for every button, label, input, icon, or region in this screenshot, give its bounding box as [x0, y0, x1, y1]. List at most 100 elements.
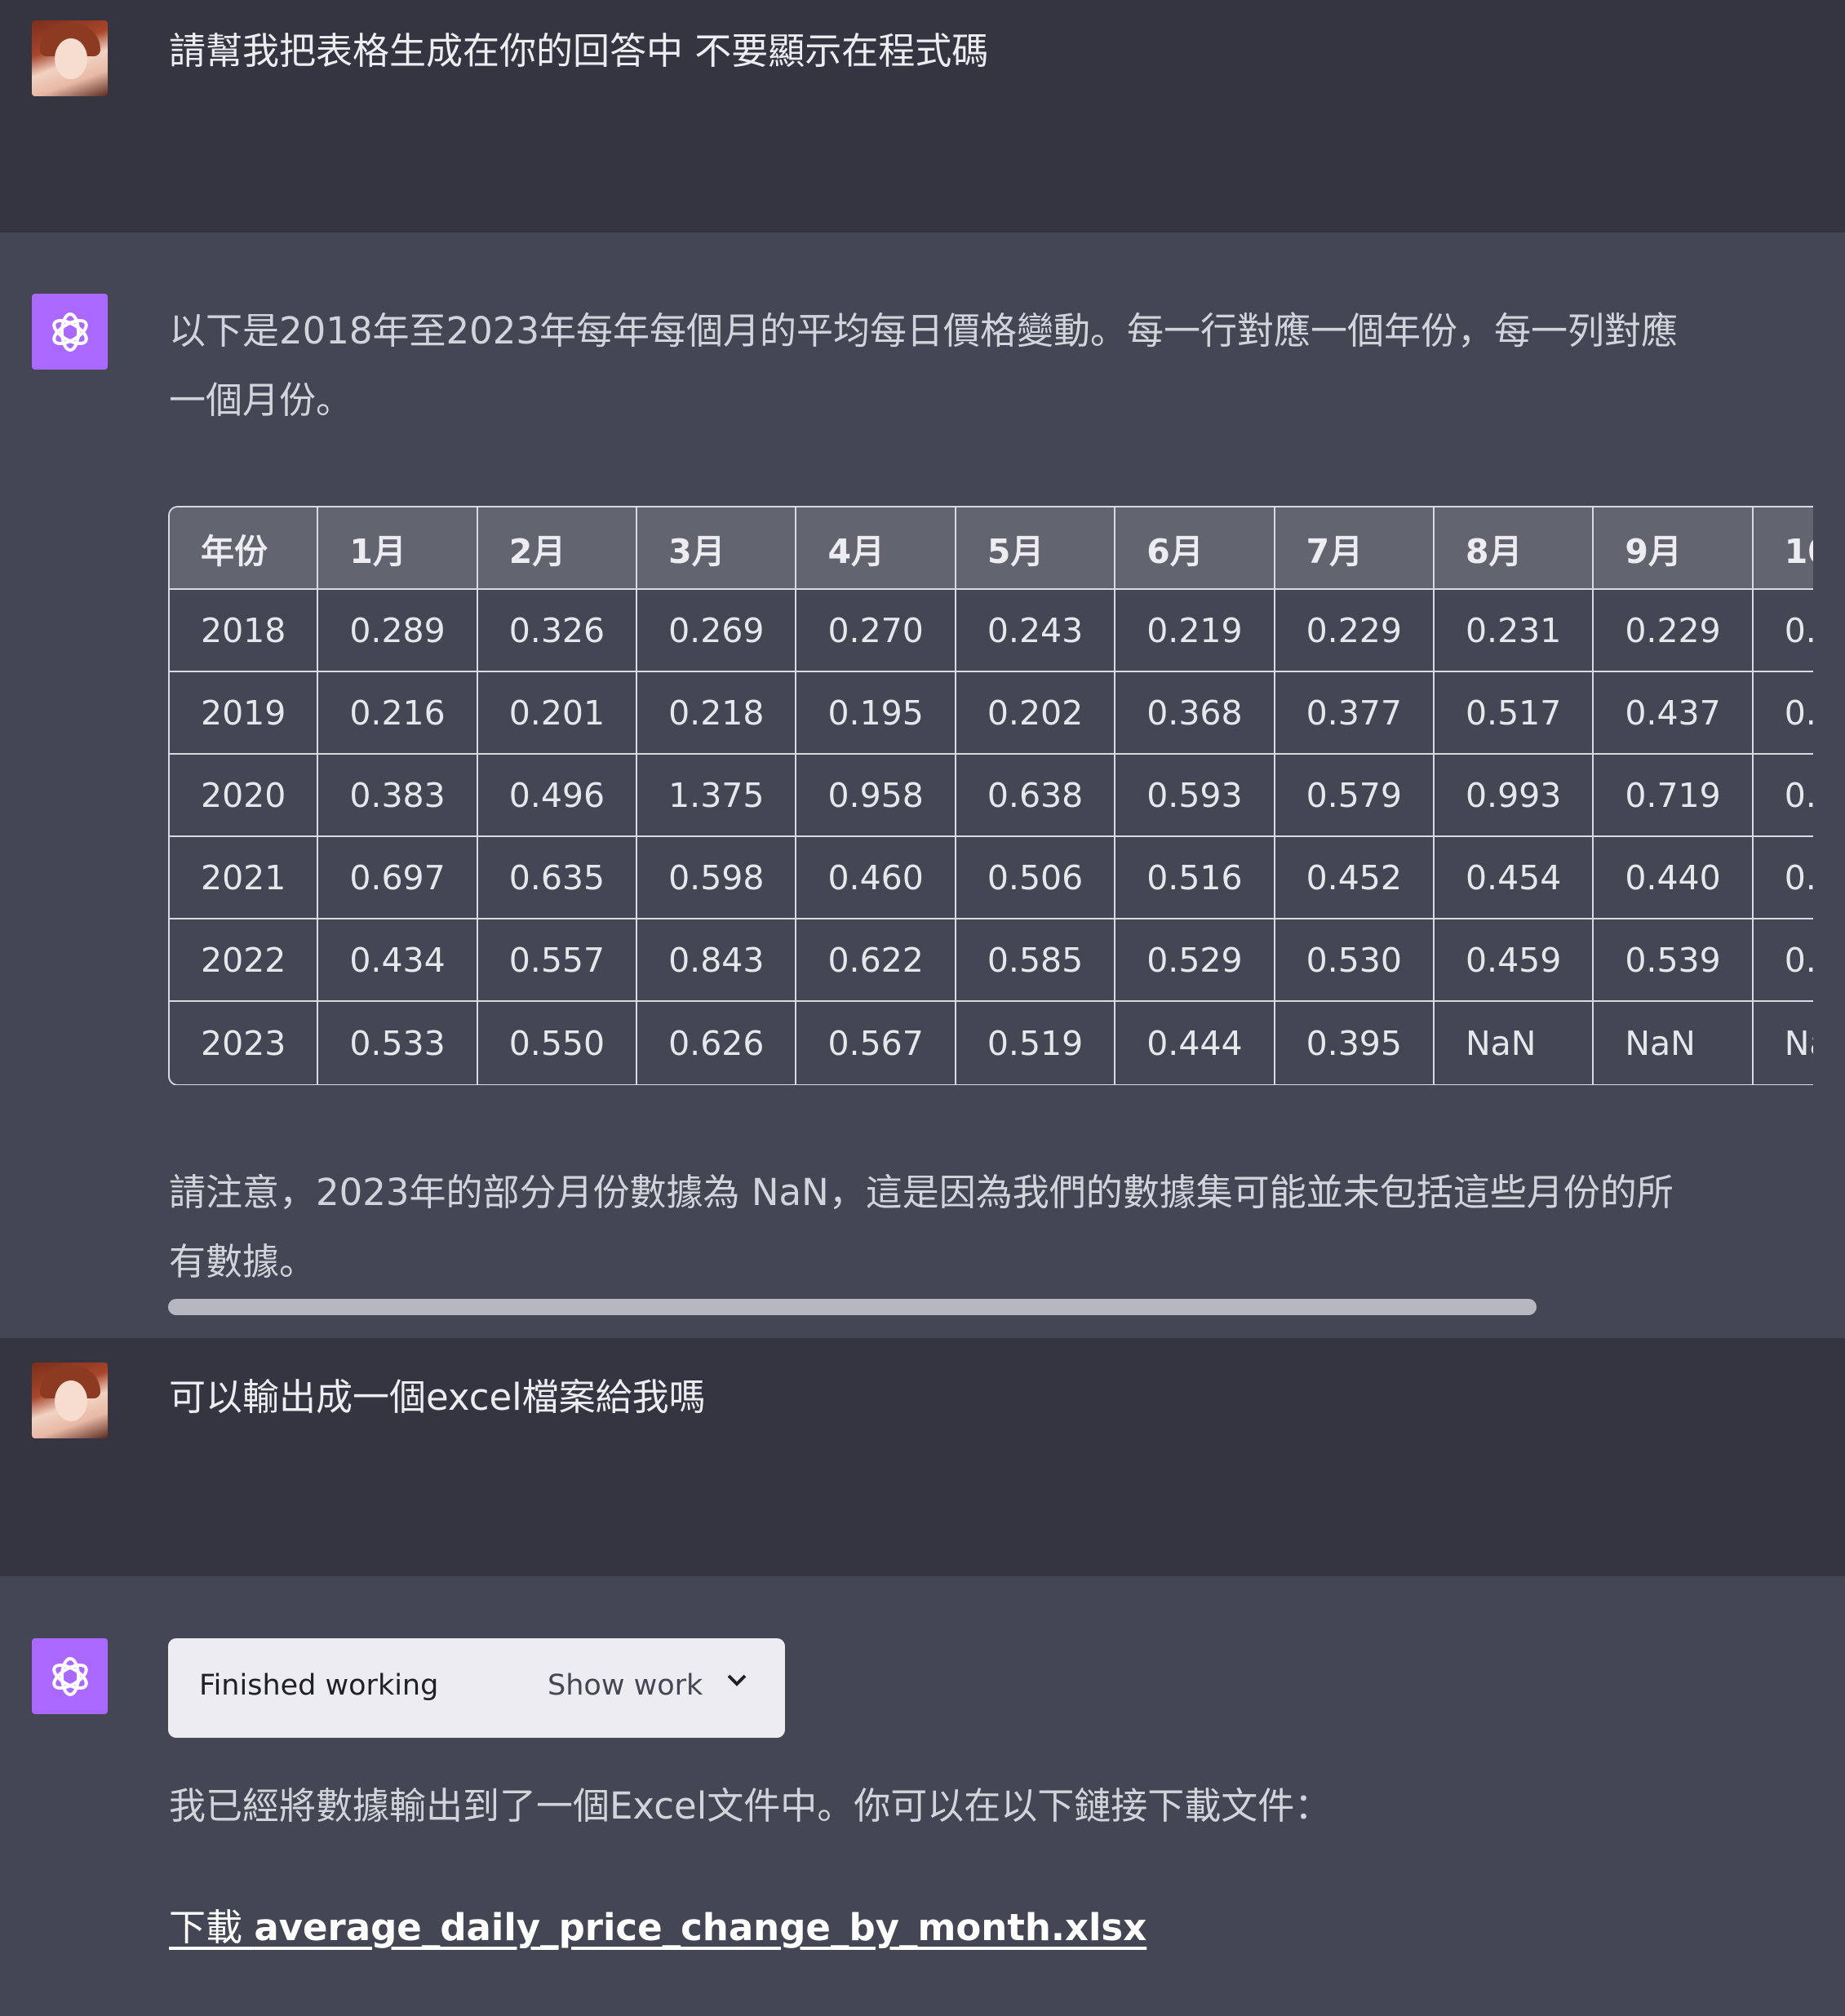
value-cell: 0.496	[477, 755, 638, 837]
value-cell: 0.517	[1434, 672, 1594, 755]
value-cell: 0.201	[477, 672, 638, 755]
value-cell: 0.370	[1753, 672, 1813, 755]
status-label: Finished working	[199, 1669, 439, 1702]
value-cell: 0.626	[637, 1002, 797, 1084]
column-header: 10月	[1753, 507, 1813, 590]
chatgpt-logo-icon	[32, 1638, 108, 1714]
column-header: 8月	[1434, 507, 1594, 590]
value-cell: 0.289	[318, 590, 478, 672]
value-cell: 0.444	[1115, 1002, 1275, 1084]
value-cell: 0.575	[1753, 919, 1813, 1002]
chevron-down-icon[interactable]	[723, 1666, 751, 1701]
value-cell: 0.593	[1115, 755, 1275, 837]
assistant-note-line-2: 有數據。	[169, 1240, 317, 1283]
value-cell: 0.529	[1115, 919, 1275, 1002]
year-cell: 2019	[170, 672, 319, 755]
value-cell: 0.533	[318, 1002, 478, 1084]
table-row: 2019 0.216 0.201 0.218 0.195 0.202 0.368 0.377 0…	[170, 672, 1813, 755]
download-link[interactable]: 下載 average_daily_price_change_by_month.x…	[169, 1906, 1146, 1949]
value-cell: 0.460	[796, 837, 956, 919]
value-cell: 0.218	[637, 672, 797, 755]
value-cell: NaN	[1594, 1002, 1754, 1084]
year-cell: 2018	[170, 590, 319, 672]
value-cell: 0.622	[796, 919, 956, 1002]
value-cell: 0.202	[956, 672, 1116, 755]
user-message-1: 請幫我把表格生成在你的回答中 不要顯示在程式碼	[0, 0, 1845, 233]
value-cell: 0.452	[1275, 837, 1435, 919]
value-cell: 0.326	[477, 590, 638, 672]
column-header: 6月	[1115, 507, 1275, 590]
value-cell: 0.252	[1753, 590, 1813, 672]
value-cell: 0.377	[1275, 672, 1435, 755]
column-header: 3月	[637, 507, 797, 590]
value-cell: 0.368	[1115, 672, 1275, 755]
column-header: 2月	[477, 507, 638, 590]
assistant-note-line-1: 請注意，2023年的部分月份數據為 NaN，這是因為我們的數據集可能並未包括這些…	[169, 1171, 1674, 1214]
table-header-row: 年份1月2月3月4月5月6月7月8月9月10月	[170, 507, 1813, 590]
table-row: 2020 0.383 0.496 1.375 0.958 0.638 0.593 0.579 0…	[170, 755, 1813, 837]
column-header: 9月	[1594, 507, 1754, 590]
value-cell: 0.243	[956, 590, 1116, 672]
value-cell: 0.269	[637, 590, 797, 672]
value-cell: 0.697	[318, 837, 478, 919]
download-link-line: 下載 average_daily_price_change_by_month.x…	[169, 1893, 1817, 1962]
value-cell: 0.550	[478, 1002, 638, 1084]
value-cell: 0.231	[1434, 590, 1594, 672]
value-cell: 0.539	[1594, 919, 1754, 1002]
year-cell: 2022	[170, 919, 319, 1002]
user-message-text: 可以輸出成一個excel檔案給我嗎	[169, 1376, 706, 1419]
value-cell: 0.567	[796, 1002, 956, 1084]
value-cell: 0.195	[796, 672, 956, 755]
table-scroll-container: 年份1月2月3月4月5月6月7月8月9月10月 20180.2890.3260.…	[168, 506, 1813, 1085]
value-cell: 0.506	[956, 837, 1116, 919]
value-cell: 0.585	[956, 919, 1116, 1002]
value-cell: NaN	[1754, 1002, 1813, 1084]
year-cell: 2021	[170, 837, 319, 919]
assistant-intro-line-1: 以下是2018年至2023年每年每個月的平均每日價格變動。每一行對應一個年份，每…	[169, 309, 1679, 352]
value-cell: 0.635	[477, 837, 638, 919]
value-cell: 0.530	[1275, 919, 1435, 1002]
user-avatar	[32, 1362, 108, 1438]
value-cell: 0.383	[318, 755, 478, 837]
year-cell: 2020	[170, 755, 319, 837]
column-header: 4月	[796, 507, 956, 590]
assistant-reply-text: 我已經將數據輸出到了一個Excel文件中。你可以在以下鏈接下載文件：	[169, 1784, 1332, 1828]
chatgpt-logo-icon	[32, 294, 108, 370]
value-cell: 0.843	[637, 919, 797, 1002]
value-cell: 0.719	[1594, 755, 1754, 837]
table-row: 2023 0.533 0.550 0.626 0.567 0.519 0.444 0.395 N…	[170, 1002, 1813, 1084]
show-work-button[interactable]: Show work	[548, 1669, 703, 1702]
table-horizontal-scrollbar[interactable]	[168, 1299, 1537, 1315]
data-table: 年份1月2月3月4月5月6月7月8月9月10月 20180.2890.3260.…	[168, 506, 1813, 1085]
value-cell: 0.459	[1434, 919, 1594, 1002]
user-avatar	[32, 20, 108, 96]
download-link-prefix: 下載	[169, 1906, 255, 1949]
value-cell: 0.216	[318, 672, 478, 755]
column-header: 1月	[318, 507, 478, 590]
value-cell: 0.437	[1594, 672, 1754, 755]
value-cell: 0.519	[956, 1002, 1116, 1084]
table-row: 2018 0.289 0.326 0.269 0.270 0.243 0.219 0.229 0…	[170, 590, 1813, 672]
assistant-intro-line-2: 一個月份。	[169, 379, 353, 422]
value-cell: 0.516	[1115, 837, 1275, 919]
finished-working-panel[interactable]: Finished working Show work	[168, 1638, 785, 1738]
user-message-text: 請幫我把表格生成在你的回答中 不要顯示在程式碼	[169, 29, 989, 73]
value-cell: 0.229	[1275, 590, 1435, 672]
value-cell: 0.993	[1434, 755, 1594, 837]
value-cell: 1.375	[637, 755, 797, 837]
value-cell: 0.638	[956, 755, 1116, 837]
column-header: 年份	[170, 507, 319, 590]
value-cell: 0.553	[1753, 755, 1813, 837]
table-row: 2021 0.697 0.635 0.598 0.460 0.506 0.516 0.452 0…	[170, 837, 1813, 919]
column-header: 5月	[956, 507, 1116, 590]
value-cell: 0.219	[1115, 590, 1275, 672]
value-cell: 0.229	[1594, 590, 1754, 672]
value-cell: 0.454	[1434, 837, 1594, 919]
value-cell: 0.449	[1753, 837, 1813, 919]
value-cell: 0.598	[637, 837, 797, 919]
user-message-2: 可以輸出成一個excel檔案給我嗎	[0, 1338, 1845, 1576]
value-cell: 0.557	[477, 919, 638, 1002]
table-row: 2022 0.434 0.557 0.843 0.622 0.585 0.529 0.530 0…	[170, 919, 1813, 1002]
value-cell: 0.434	[318, 919, 478, 1002]
value-cell: 0.395	[1275, 1002, 1435, 1084]
